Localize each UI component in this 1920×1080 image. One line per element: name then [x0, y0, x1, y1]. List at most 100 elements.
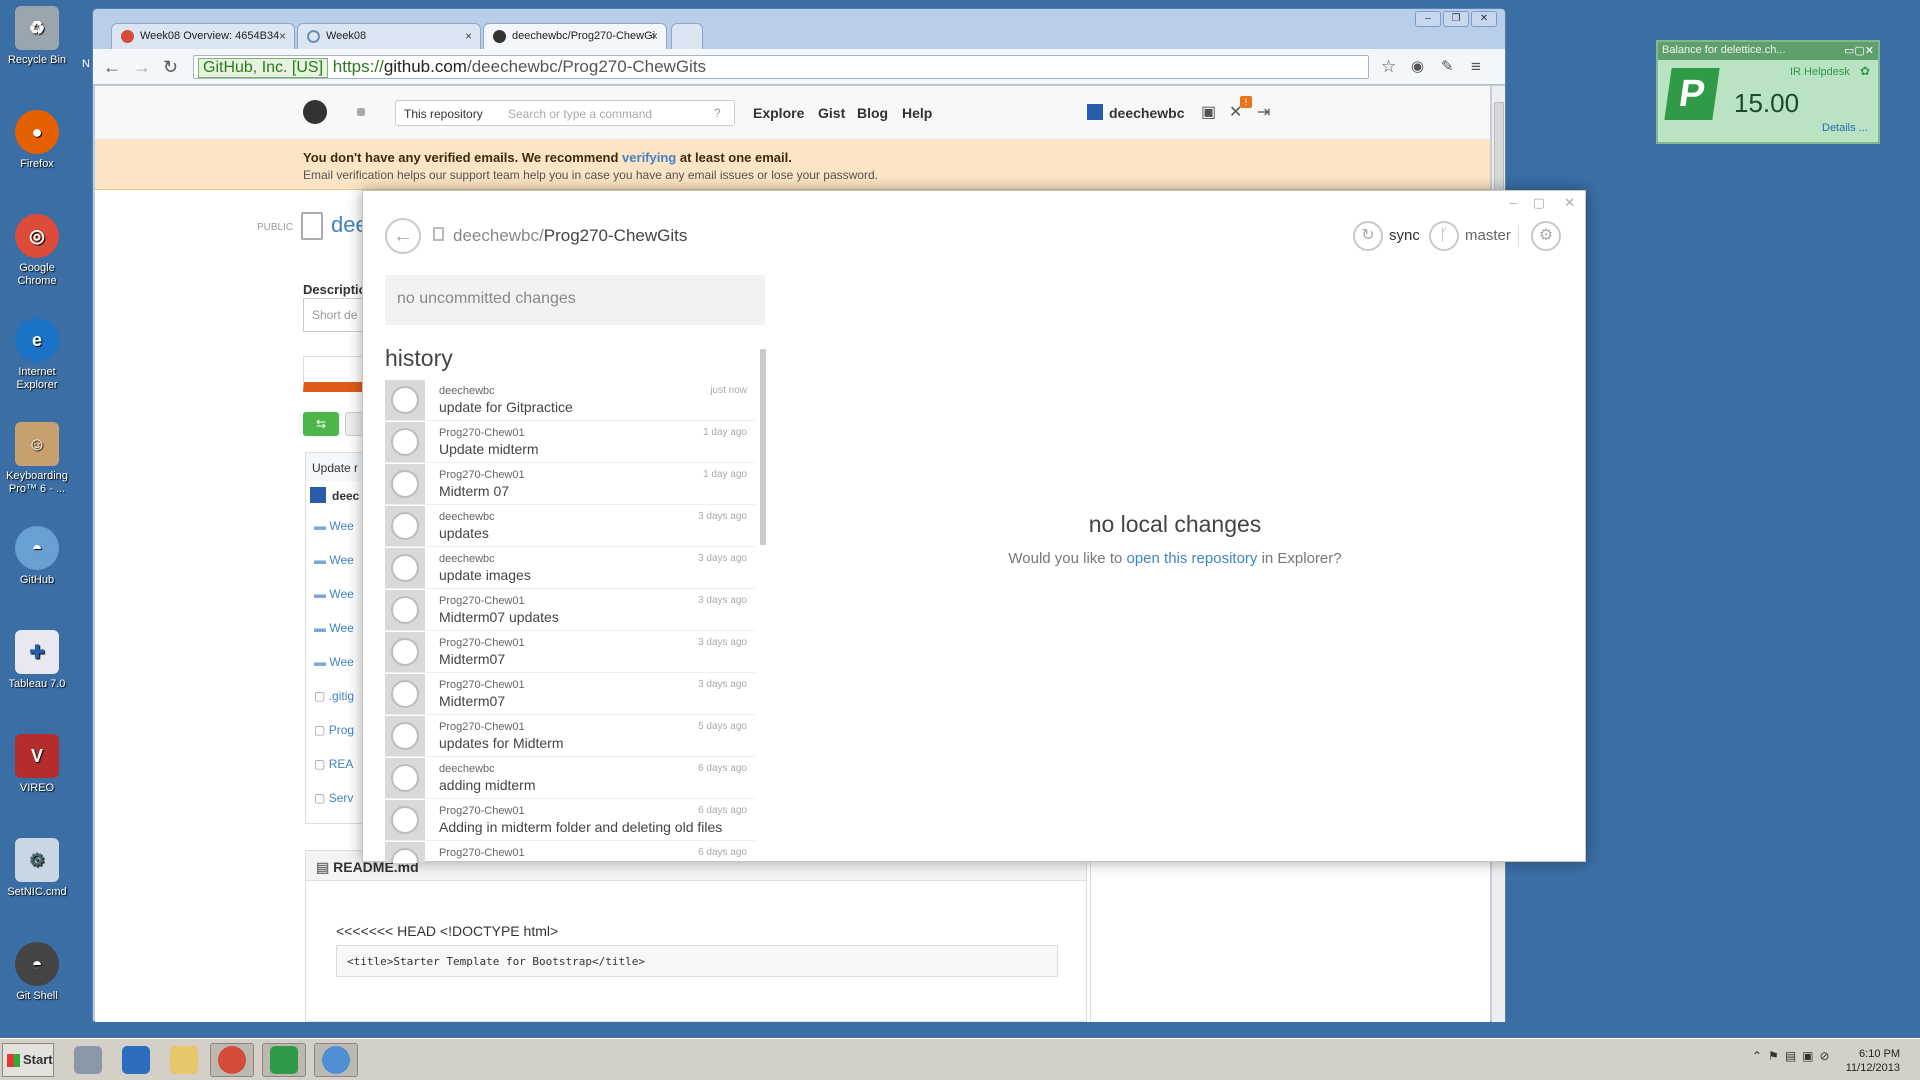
verifying-link[interactable]: verifying	[622, 150, 676, 165]
history-item[interactable]: Prog270-Chew01 Midterm07 3 days ago	[385, 673, 755, 715]
nav-blog[interactable]: Blog	[857, 105, 888, 121]
username-link[interactable]: deechewbc	[1109, 105, 1184, 121]
history-item[interactable]: deechewbc updates 3 days ago	[385, 505, 755, 547]
uncommitted-changes-box[interactable]: no uncommitted changes	[385, 275, 765, 325]
helpdesk-link[interactable]: IR Helpdesk	[1790, 66, 1850, 78]
history-item[interactable]: Prog270-Chew01 Midterm07 updates 3 days ag…	[385, 589, 755, 631]
octocat-avatar-icon	[391, 764, 419, 792]
back-icon[interactable]: ←	[103, 57, 121, 78]
sync-button[interactable]: sync	[1389, 227, 1420, 244]
nav-help[interactable]: Help	[902, 105, 932, 121]
app-close-icon[interactable]: ✕	[1564, 195, 1575, 211]
history-item[interactable]: Prog270-Chew01 Update midterm 1 day ago	[385, 421, 755, 463]
search-scope-dropdown[interactable]: This repository	[404, 107, 483, 121]
sign-out-icon[interactable]: ⇥	[1257, 102, 1270, 122]
maximize-button[interactable]: ❐	[1443, 11, 1469, 27]
start-button[interactable]: Start	[2, 1043, 54, 1077]
history-item[interactable]: Prog270-Chew01 Midterm 07 1 day ago	[385, 463, 755, 505]
tab-close-icon[interactable]: ×	[651, 29, 658, 43]
desktop-icon-chrome[interactable]: ◎ Google Chrome	[4, 214, 70, 288]
tab-close-icon[interactable]: ×	[465, 29, 472, 43]
search-field[interactable]: This repository Search or type a command…	[395, 100, 735, 126]
chrome-menu-icon[interactable]: ≡	[1471, 57, 1481, 77]
bookmark-star-icon[interactable]: ☆	[1381, 57, 1396, 77]
taskbar-server-manager[interactable]	[66, 1043, 110, 1077]
history-item[interactable]: deechewbc adding midterm 6 days ago	[385, 757, 755, 799]
author-avatar	[385, 800, 425, 840]
branch-icon[interactable]: ᚴ	[1429, 221, 1459, 251]
search-help-icon[interactable]: ?	[714, 106, 721, 120]
desktop-icon-setnic[interactable]: ⚙ SetNIC.cmd	[4, 838, 70, 899]
tab-week08[interactable]: Week08 ×	[297, 23, 481, 49]
octocat-extension-icon[interactable]: ◉	[1411, 57, 1424, 75]
tab-week08-overview[interactable]: Week08 Overview: 4654B34 ×	[111, 23, 295, 49]
taskbar-papercut[interactable]	[262, 1043, 306, 1077]
commit-author: deechewbc	[439, 511, 495, 523]
forward-icon[interactable]: →	[133, 57, 151, 78]
compare-button[interactable]: ⇆	[303, 412, 339, 436]
widget-controls-icon[interactable]: ▭▢✕	[1844, 44, 1874, 57]
user-avatar[interactable]	[1087, 104, 1103, 120]
taskbar-explorer[interactable]	[162, 1043, 206, 1077]
desktop-icon-github[interactable]: ◓ GitHub	[4, 526, 70, 587]
file-row[interactable]: ▢ .gitig	[314, 689, 354, 703]
system-tray-icons[interactable]: ⌃⚑▤▣⊘	[1752, 1049, 1836, 1063]
github-logo-icon[interactable]	[303, 100, 327, 124]
new-repo-icon[interactable]: ▣	[1201, 102, 1216, 122]
reload-icon[interactable]: ↻	[163, 57, 178, 78]
search-input[interactable]: Search or type a command	[508, 107, 652, 121]
github-for-windows-app: – ▢ ✕ ← deechewbc/Prog270-ChewGits ↻ syn…	[362, 190, 1586, 863]
sync-icon[interactable]: ↻	[1353, 221, 1383, 251]
desktop-icon-vireo[interactable]: V VIREO	[4, 734, 70, 795]
history-item[interactable]: Prog270-Chew01 6 days ago	[385, 841, 755, 863]
url-path: /deechewbc/Prog270-ChewGits	[466, 57, 707, 76]
file-row[interactable]: ▬ Wee	[314, 587, 354, 601]
tab-close-icon[interactable]: ×	[279, 29, 286, 43]
clock[interactable]: 6:10 PM 11/12/2013	[1846, 1047, 1900, 1075]
history-item[interactable]: Prog270-Chew01 Adding in midterm folder a…	[385, 799, 755, 841]
desktop-icon-git-shell[interactable]: ◓ Git Shell	[4, 942, 70, 1003]
eyedropper-extension-icon[interactable]: ✎	[1441, 57, 1454, 75]
file-row[interactable]: ▬ Wee	[314, 655, 354, 669]
ev-security-badge[interactable]: GitHub, Inc. [US]	[198, 58, 329, 78]
history-item[interactable]: Prog270-Chew01 updates for Midterm 5 days …	[385, 715, 755, 757]
banner-line2: Email verification helps our support tea…	[303, 168, 878, 182]
sidebar-divider	[1090, 850, 1091, 1022]
app-maximize-icon[interactable]: ▢	[1533, 195, 1545, 211]
octocat-avatar-icon	[391, 470, 419, 498]
minimize-button[interactable]: –	[1415, 11, 1441, 27]
file-row[interactable]: ▬ Wee	[314, 519, 354, 533]
desktop-icon-firefox[interactable]: ● Firefox	[4, 110, 70, 171]
file-row[interactable]: ▢ Serv	[314, 791, 353, 805]
notification-badge[interactable]: !	[1240, 96, 1252, 108]
details-link[interactable]: Details ...	[1822, 122, 1868, 134]
nav-explore[interactable]: Explore	[753, 105, 804, 121]
history-item[interactable]: Prog270-Chew01 Midterm07 3 days ago	[385, 631, 755, 673]
desktop-icon-internet-explorer[interactable]: e Internet Explorer	[4, 318, 70, 392]
history-item[interactable]: deechewbc update images 3 days ago	[385, 547, 755, 589]
author-avatar	[385, 674, 425, 714]
taskbar-chrome[interactable]	[210, 1043, 254, 1077]
commit-author[interactable]: deec	[332, 489, 359, 503]
close-window-button[interactable]: ✕	[1471, 11, 1497, 27]
desktop-icon-keyboarding[interactable]: ☺ Keyboarding Pro™ 6 - ...	[4, 422, 70, 496]
tab-github-repo[interactable]: deechewbc/Prog270-ChewGi ×	[483, 23, 667, 49]
branch-selector[interactable]: master	[1465, 227, 1511, 244]
file-row[interactable]: ▬ Wee	[314, 621, 354, 635]
open-repository-link[interactable]: open this repository	[1127, 550, 1258, 567]
back-arrow-icon[interactable]: ←	[385, 218, 421, 254]
app-minimize-icon[interactable]: –	[1510, 195, 1517, 210]
repo-name: Prog270-ChewGits	[543, 226, 688, 245]
new-tab-button[interactable]	[671, 23, 703, 49]
address-bar[interactable]: GitHub, Inc. [US] https://github.com/dee…	[193, 55, 1369, 79]
desktop-icon-tableau[interactable]: ✚ Tableau 7.0	[4, 630, 70, 691]
history-item[interactable]: deechewbc update for Gitpractice just now	[385, 379, 755, 421]
taskbar-github[interactable]	[314, 1043, 358, 1077]
nav-gist[interactable]: Gist	[818, 105, 845, 121]
file-row[interactable]: ▢ Prog	[314, 723, 354, 737]
desktop-icon-recycle-bin[interactable]: ♻ Recycle Bin	[4, 6, 70, 67]
file-row[interactable]: ▢ REA	[314, 757, 353, 771]
taskbar-powershell[interactable]	[114, 1043, 158, 1077]
settings-gear-icon[interactable]: ⚙	[1531, 221, 1561, 251]
file-row[interactable]: ▬ Wee	[314, 553, 354, 567]
